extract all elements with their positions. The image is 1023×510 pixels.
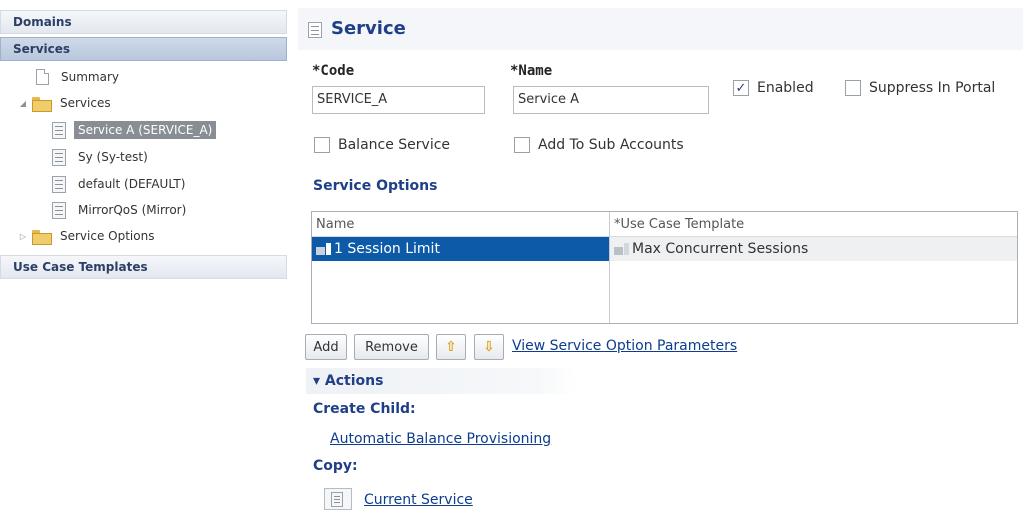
- copy-label: Copy:: [313, 458, 358, 474]
- suppress-in-portal-checkbox[interactable]: Suppress In Portal: [845, 80, 995, 96]
- row-template-cell: Max Concurrent Sessions: [632, 241, 809, 257]
- add-button[interactable]: Add: [305, 334, 347, 360]
- tree-item-summary-label: Summary: [61, 70, 119, 84]
- service-option-icon: [316, 243, 331, 255]
- code-label: *Code: [312, 63, 355, 79]
- arrow-down-icon: ⇩: [483, 339, 495, 355]
- tree-item-label: default (DEFAULT): [78, 177, 186, 191]
- title-bar: Service: [298, 8, 1023, 50]
- tree-item-label: MirrorQoS (Mirror): [78, 203, 187, 217]
- table-row[interactable]: 1 Session Limit: [312, 237, 609, 261]
- accordion-use-case-templates[interactable]: Use Case Templates: [0, 255, 287, 279]
- checkbox-box[interactable]: [845, 80, 861, 96]
- column-header-use-case-template[interactable]: *Use Case Template: [610, 212, 1017, 236]
- collapsed-twisty-icon[interactable]: ▷: [18, 232, 28, 241]
- tree-item-service-a[interactable]: Service A (SERVICE_A): [52, 119, 217, 141]
- service-list-icon: [308, 22, 322, 38]
- checkbox-box[interactable]: [514, 137, 530, 153]
- name-input-value: Service A: [518, 92, 580, 107]
- tree-folder-services[interactable]: ◢ Services: [18, 92, 115, 114]
- add-to-sub-accounts-checkbox[interactable]: Add To Sub Accounts: [514, 137, 684, 153]
- actions-section-header[interactable]: ▾ Actions: [306, 368, 578, 394]
- arrow-up-icon: ⇧: [445, 339, 457, 355]
- collapse-triangle-icon: ▾: [313, 373, 321, 389]
- suppress-in-portal-label: Suppress In Portal: [869, 80, 996, 96]
- service-options-title: Service Options: [313, 178, 438, 194]
- code-input[interactable]: SERVICE_A: [312, 86, 485, 114]
- accordion-services[interactable]: Services: [0, 37, 287, 61]
- actions-title: Actions: [324, 373, 384, 389]
- enabled-label: Enabled: [757, 80, 814, 96]
- automatic-balance-provisioning-link[interactable]: Automatic Balance Provisioning: [330, 431, 551, 447]
- tree-item-sy[interactable]: Sy (Sy-test): [52, 146, 152, 168]
- table-row-template-cell[interactable]: Max Concurrent Sessions: [610, 237, 1017, 261]
- current-service-link[interactable]: Current Service: [364, 492, 473, 508]
- balance-service-checkbox[interactable]: Balance Service: [314, 137, 450, 153]
- service-options-table: Name *Use Case Template 1 Session Limit …: [311, 211, 1018, 324]
- accordion-use-case-templates-label: Use Case Templates: [13, 260, 148, 274]
- tree-item-default[interactable]: default (DEFAULT): [52, 173, 189, 195]
- name-label: *Name: [510, 63, 553, 79]
- page-title: Service: [331, 18, 406, 39]
- enabled-checkbox[interactable]: ✓ Enabled: [733, 80, 814, 96]
- accordion-domains[interactable]: Domains: [0, 10, 287, 34]
- tree-folder-service-options[interactable]: ▷ Service Options: [18, 225, 158, 247]
- folder-open-icon: [32, 96, 52, 112]
- balance-service-label: Balance Service: [338, 137, 451, 153]
- page-icon: [36, 69, 49, 85]
- column-divider: [609, 212, 610, 323]
- accordion-services-label: Services: [13, 42, 71, 56]
- remove-button-label: Remove: [365, 339, 418, 355]
- add-button-label: Add: [313, 339, 339, 355]
- expanded-twisty-icon[interactable]: ◢: [18, 99, 28, 108]
- checkbox-box[interactable]: [314, 137, 330, 153]
- service-list-icon: [52, 148, 66, 166]
- column-header-name[interactable]: Name: [312, 212, 609, 236]
- name-input[interactable]: Service A: [513, 86, 709, 114]
- service-list-icon: [331, 492, 343, 507]
- row-name-cell: 1 Session Limit: [334, 241, 440, 257]
- service-list-icon: [52, 175, 66, 193]
- check-icon[interactable]: ✓: [733, 80, 749, 96]
- view-service-option-parameters-link[interactable]: View Service Option Parameters: [512, 338, 737, 354]
- copy-service-icon[interactable]: [324, 488, 352, 510]
- tree-item-mirrorqos[interactable]: MirrorQoS (Mirror): [52, 199, 190, 221]
- tree-folder-service-options-label: Service Options: [60, 229, 155, 243]
- folder-icon: [32, 229, 52, 245]
- tree-item-label: Service A (SERVICE_A): [74, 121, 217, 139]
- accordion-domains-label: Domains: [13, 15, 72, 29]
- left-navigation: Domains Services Summary ◢ Services Serv…: [0, 0, 287, 510]
- tree-item-label: Sy (Sy-test): [78, 150, 148, 164]
- code-input-value: SERVICE_A: [317, 92, 388, 107]
- template-icon: [614, 243, 629, 255]
- remove-button[interactable]: Remove: [354, 334, 429, 360]
- tree-folder-services-label: Services: [60, 96, 111, 110]
- move-down-button[interactable]: ⇩: [474, 334, 504, 360]
- tree-item-summary[interactable]: Summary: [36, 66, 123, 88]
- service-list-icon: [52, 121, 66, 139]
- main-content: Service *Code SERVICE_A *Name Service A …: [298, 0, 1023, 510]
- add-to-sub-accounts-label: Add To Sub Accounts: [538, 137, 684, 153]
- create-child-label: Create Child:: [313, 401, 416, 417]
- move-up-button[interactable]: ⇧: [436, 334, 466, 360]
- service-list-icon: [52, 201, 66, 219]
